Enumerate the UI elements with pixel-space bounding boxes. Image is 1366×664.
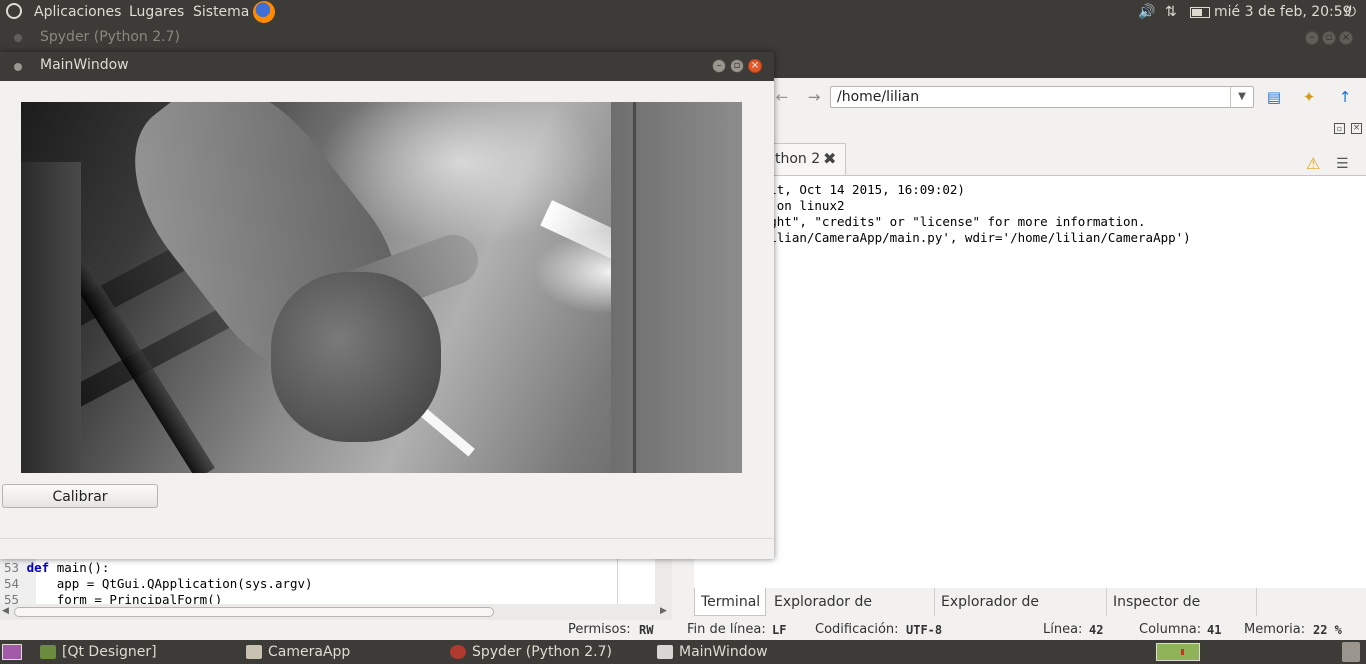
horizontal-scrollbar[interactable]: ◀ ▶ [0,604,672,620]
maximize-icon[interactable]: ▫ [1322,31,1336,45]
taskbar-label: Spyder (Python 2.7) [472,644,612,660]
calibrar-button[interactable]: Calibrar [2,484,158,508]
spyder-icon [450,645,466,659]
maximize-icon[interactable]: ▫ [730,59,744,73]
forward-arrow-icon[interactable]: → [804,87,824,107]
close-icon[interactable]: × [748,59,762,73]
taskbar-label: CameraApp [268,644,351,660]
codificacion-label: Codificación: [815,622,899,637]
undock-icon[interactable]: ▫ [1334,123,1345,134]
ubuntu-logo-icon[interactable] [6,3,22,19]
mainwindow-titlebar[interactable]: MainWindow – ▫ × [0,52,774,81]
fin-linea-value: LF [772,623,787,637]
menu-lugares[interactable]: Lugares [129,0,184,24]
minimize-icon[interactable]: – [1305,31,1319,45]
taskbar: [Qt Designer] CameraApp Spyder (Python 2… [0,640,1366,664]
network-icon[interactable]: ⇅ [1165,0,1177,24]
browse-folder-icon[interactable]: ▤ [1264,87,1284,107]
workspace-switcher[interactable] [1156,643,1200,661]
back-arrow-icon[interactable]: ← [772,87,792,107]
folder-icon [246,645,262,659]
mainwindow-title: MainWindow [40,57,129,73]
scrollbar-thumb[interactable] [14,607,494,617]
status-divider [0,538,774,539]
parent-directory-icon[interactable]: ↑ [1335,87,1355,107]
close-pane-icon[interactable]: × [1351,123,1362,134]
tab-explorador-archivos[interactable]: Explorador de archivos [768,588,935,638]
edge-line [617,558,618,604]
working-directory-value: /home/lilian [837,89,920,105]
close-tab-icon[interactable]: ✖ [823,149,836,168]
memoria-value: 22 % [1313,623,1342,637]
line-number: 54 [4,576,20,591]
taskbar-item-qt-designer[interactable]: [Qt Designer] [40,640,157,664]
close-icon[interactable]: × [1339,31,1353,45]
python-console[interactable]: .10 (default, Oct 14 2015, 16:09:02) 201… [694,175,1366,588]
spyder-titlebar: Spyder (Python 2.7) – ▫ × [0,24,1366,52]
columna-value: 41 [1207,623,1222,637]
scroll-right-icon[interactable]: ▶ [660,606,667,616]
code-line: app = QtGui.QApplication(sys.argv) [26,576,313,591]
clock[interactable]: mié 3 de feb, 20:59 [1214,0,1352,24]
status-bar: Permisos: RW Fin de línea: LF Codificaci… [0,620,1366,640]
warning-icon[interactable]: ⚠ [1306,154,1320,173]
taskbar-item-mainwindow[interactable]: MainWindow [657,640,768,664]
battery-icon[interactable] [1190,0,1210,24]
vertical-scrollbar[interactable] [655,558,672,604]
permisos-value: RW [639,623,654,637]
memoria-label: Memoria: [1244,622,1306,637]
permisos-label: Permisos: [568,622,631,637]
spyder-window-title: Spyder (Python 2.7) [40,29,180,45]
volume-icon[interactable]: 🔊 [1138,0,1155,24]
code-line: main(): [49,560,110,575]
taskbar-item-spyder[interactable]: Spyder (Python 2.7) [450,640,612,664]
qt-designer-icon [40,645,56,659]
bottom-tab-bar: Terminal Explorador de archivos Explorad… [694,588,1366,638]
tab-explorador-variables[interactable]: Explorador de variables [935,588,1107,638]
code-editor[interactable]: 53 def main(): 54 app = QtGui.QApplicati… [0,558,672,607]
power-icon[interactable]: ⏻ [1345,0,1356,24]
fin-linea-label: Fin de línea: [687,622,766,637]
working-directory-combo[interactable]: /home/lilian ▼ [830,86,1254,108]
python-path-icon[interactable]: ✦ [1299,87,1319,107]
workspace-window-marker [1181,649,1184,655]
firefox-icon[interactable] [253,1,275,23]
window-menu-icon[interactable] [14,34,22,42]
scroll-left-icon[interactable]: ◀ [2,606,9,616]
tab-terminal[interactable]: Terminal [694,588,766,616]
menu-sistema[interactable]: Sistema [193,0,249,24]
options-menu-icon[interactable]: ☰ [1336,156,1349,172]
line-number: 53 [4,560,20,575]
linea-label: Línea: [1043,622,1083,637]
taskbar-label: MainWindow [679,644,768,660]
camera-video-feed [21,102,742,473]
minimize-icon[interactable]: – [712,59,726,73]
menu-aplicaciones[interactable]: Aplicaciones [34,0,121,24]
chevron-down-icon[interactable]: ▼ [1230,87,1253,107]
taskbar-label: [Qt Designer] [62,644,157,660]
columna-label: Columna: [1139,622,1202,637]
taskbar-item-cameraapp[interactable]: CameraApp [246,640,350,664]
top-panel: Aplicaciones Lugares Sistema 🔊 ⇅ mié 3 d… [0,0,1366,24]
trash-icon[interactable] [1342,642,1360,662]
window-icon [657,645,673,659]
codificacion-value: UTF-8 [906,623,943,637]
mainwindow-dialog[interactable]: MainWindow – ▫ × Calibrar [0,52,774,559]
show-desktop-icon[interactable] [2,644,22,660]
linea-value: 42 [1089,623,1104,637]
console-tab-label: thon 2 [775,151,821,167]
window-menu-icon[interactable] [14,63,22,71]
tab-inspector-objetos[interactable]: Inspector de objetos [1107,588,1257,638]
code-keyword: def [26,560,50,575]
